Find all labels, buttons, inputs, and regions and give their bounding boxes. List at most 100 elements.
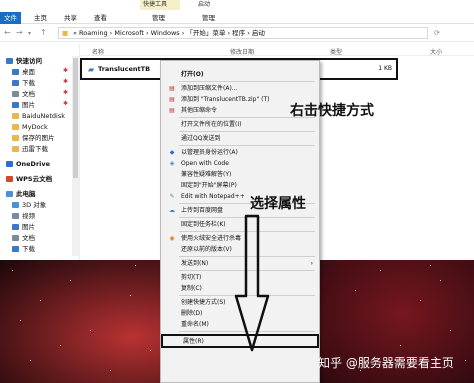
pin-icon: ✱: [63, 78, 69, 85]
sidebar-item-label: 桌面: [22, 68, 35, 76]
menu-item[interactable]: 打开(O): [161, 69, 319, 80]
menu-item-label: 添加到 "TranslucentTB.zip" (T): [181, 96, 270, 103]
menu-item-label: Edit with Notepad++: [181, 193, 245, 200]
forward-icon[interactable]: →: [16, 28, 23, 37]
star: [450, 330, 451, 331]
sidebar-item[interactable]: 此电脑: [0, 189, 36, 200]
sidebar-item[interactable]: 迅雷下载: [0, 144, 48, 155]
star: [420, 300, 421, 301]
archive-icon: ▤: [169, 85, 175, 92]
sidebar-item[interactable]: BaiduNetdisk: [0, 111, 65, 122]
menu-item-label: Open with Code: [181, 160, 229, 167]
menu-item-label: 创建快捷方式(S): [181, 299, 226, 306]
menu-item-label: 复制(C): [181, 285, 202, 292]
sidebar-item[interactable]: 视频: [0, 211, 35, 222]
sidebar-item[interactable]: 图片: [0, 222, 35, 233]
star: [355, 290, 356, 291]
folder-icon: [12, 202, 19, 208]
sidebar-item[interactable]: 保存的图片: [0, 133, 55, 144]
tab-home[interactable]: 主页: [30, 12, 51, 24]
sidebar-item[interactable]: 快速访问: [0, 56, 42, 67]
navigation-pane: 快速访问 桌面 ✱ 下载 ✱ 文档 ✱ 图片 ✱ BaiduNetdisk MyDock 保存的图片迅…: [0, 44, 80, 260]
menu-item-label: 固定到"开始"屏幕(P): [181, 182, 237, 189]
watermark: 知乎 @服务器需要看主页: [318, 356, 454, 370]
pin-icon: ✱: [63, 67, 69, 74]
tab-share[interactable]: 共享: [60, 12, 81, 24]
folder-icon: [12, 69, 19, 75]
sidebar-item-label: 图片: [22, 101, 35, 109]
menu-item[interactable]: 兼容性疑难解答(Y): [161, 169, 319, 180]
star: [150, 350, 151, 351]
tab-manage-2[interactable]: 管理: [198, 12, 219, 24]
contextual-tab-shortcut-tools[interactable]: 快捷工具: [140, 0, 180, 10]
notepad-icon: ✎: [169, 193, 175, 200]
menu-item-label: 发送到(N): [181, 260, 209, 267]
folder-icon: [12, 246, 19, 252]
sidebar-item-label: 下载: [22, 245, 35, 253]
column-modified[interactable]: 修改日期: [230, 47, 254, 56]
star: [90, 330, 91, 331]
star: [110, 370, 111, 371]
menu-item-label: 通过QQ发送到: [181, 135, 221, 142]
sidebar-item-label: 迅雷下载: [22, 145, 48, 153]
sidebar-item[interactable]: 下载: [0, 244, 35, 255]
sidebar-item-label: 此电脑: [16, 190, 36, 198]
menu-item-label: 其他压缩命令: [181, 107, 218, 114]
menu-item[interactable]: 打开文件所在的位置(I): [161, 119, 319, 130]
sidebar-item[interactable]: 下载: [0, 78, 35, 89]
sidebar-scrollbar[interactable]: [72, 56, 79, 256]
menu-item[interactable]: 固定到"开始"屏幕(P): [161, 180, 319, 191]
menu-item-label: 固定到任务栏(K): [181, 221, 226, 228]
sidebar-item[interactable]: 桌面: [0, 67, 35, 78]
menu-separator: [179, 81, 315, 82]
sidebar-item[interactable]: MyDock: [0, 122, 48, 133]
cloud-icon: ☁: [169, 207, 175, 214]
folder-icon: [12, 213, 19, 219]
address-bar[interactable]: ■ « Roaming › Microsoft › Windows › 「开始」…: [58, 27, 428, 39]
annotation-right-click: 右击快捷方式: [290, 103, 374, 119]
sidebar-item-label: 下载: [22, 79, 35, 87]
sidebar-item[interactable]: WPS云文档: [0, 174, 52, 185]
sidebar-item[interactable]: 文档: [0, 233, 35, 244]
menu-item[interactable]: ◈ Open with Code: [161, 158, 319, 169]
menu-separator: [179, 145, 315, 146]
sidebar-item-label: 文档: [22, 90, 35, 98]
window-title: 启动: [198, 1, 211, 8]
tab-manage-1[interactable]: 管理: [148, 12, 169, 24]
menu-item[interactable]: 通过QQ发送到: [161, 133, 319, 144]
menu-item-label: 还原以前的版本(V): [181, 246, 232, 253]
up-icon[interactable]: ↑: [40, 28, 47, 37]
column-name[interactable]: 名称: [92, 47, 104, 56]
sidebar-item-label: 视频: [22, 212, 35, 220]
recent-dropdown-icon[interactable]: ▾: [28, 30, 31, 37]
sidebar-item[interactable]: 文档: [0, 89, 35, 100]
archive-icon: ▤: [169, 107, 175, 114]
sidebar-item[interactable]: 图片: [0, 100, 35, 111]
star: [30, 360, 31, 361]
back-icon[interactable]: ←: [4, 28, 11, 37]
folder-icon: ■: [62, 29, 69, 37]
scrollbar-thumb[interactable]: [73, 58, 78, 178]
tab-file[interactable]: 文件: [0, 12, 21, 24]
menu-item-label: 以管理员身份运行(A): [181, 149, 238, 156]
sidebar-item[interactable]: OneDrive: [0, 159, 50, 170]
menu-item-label: 兼容性疑难解答(Y): [181, 171, 232, 178]
menu-item-label: 删除(D): [181, 310, 203, 317]
menu-item[interactable]: ▤ 添加到压缩文件(A)...: [161, 83, 319, 94]
tab-view[interactable]: 查看: [90, 12, 111, 24]
folder-icon: [6, 161, 13, 167]
sidebar-item[interactable]: 3D 对象: [0, 200, 46, 211]
pin-icon: ✱: [63, 100, 69, 107]
address-row: ← → ▾ ↑ ■ « Roaming › Microsoft › Window…: [0, 24, 474, 42]
menu-item-label: 属性(R): [183, 338, 204, 345]
file-name: TranslucentTB: [98, 65, 151, 73]
column-type[interactable]: 类型: [330, 47, 342, 56]
folder-icon: [12, 235, 19, 241]
pin-icon: ✱: [63, 89, 69, 96]
file-size: 1 KB: [378, 65, 392, 72]
menu-item[interactable]: ◆ 以管理员身份运行(A): [161, 147, 319, 158]
refresh-icon[interactable]: ⟳: [434, 29, 440, 37]
title-bar: 快捷工具 启动: [0, 0, 474, 10]
column-size[interactable]: 大小: [430, 47, 442, 56]
sidebar-item-label: 保存的图片: [22, 134, 55, 142]
